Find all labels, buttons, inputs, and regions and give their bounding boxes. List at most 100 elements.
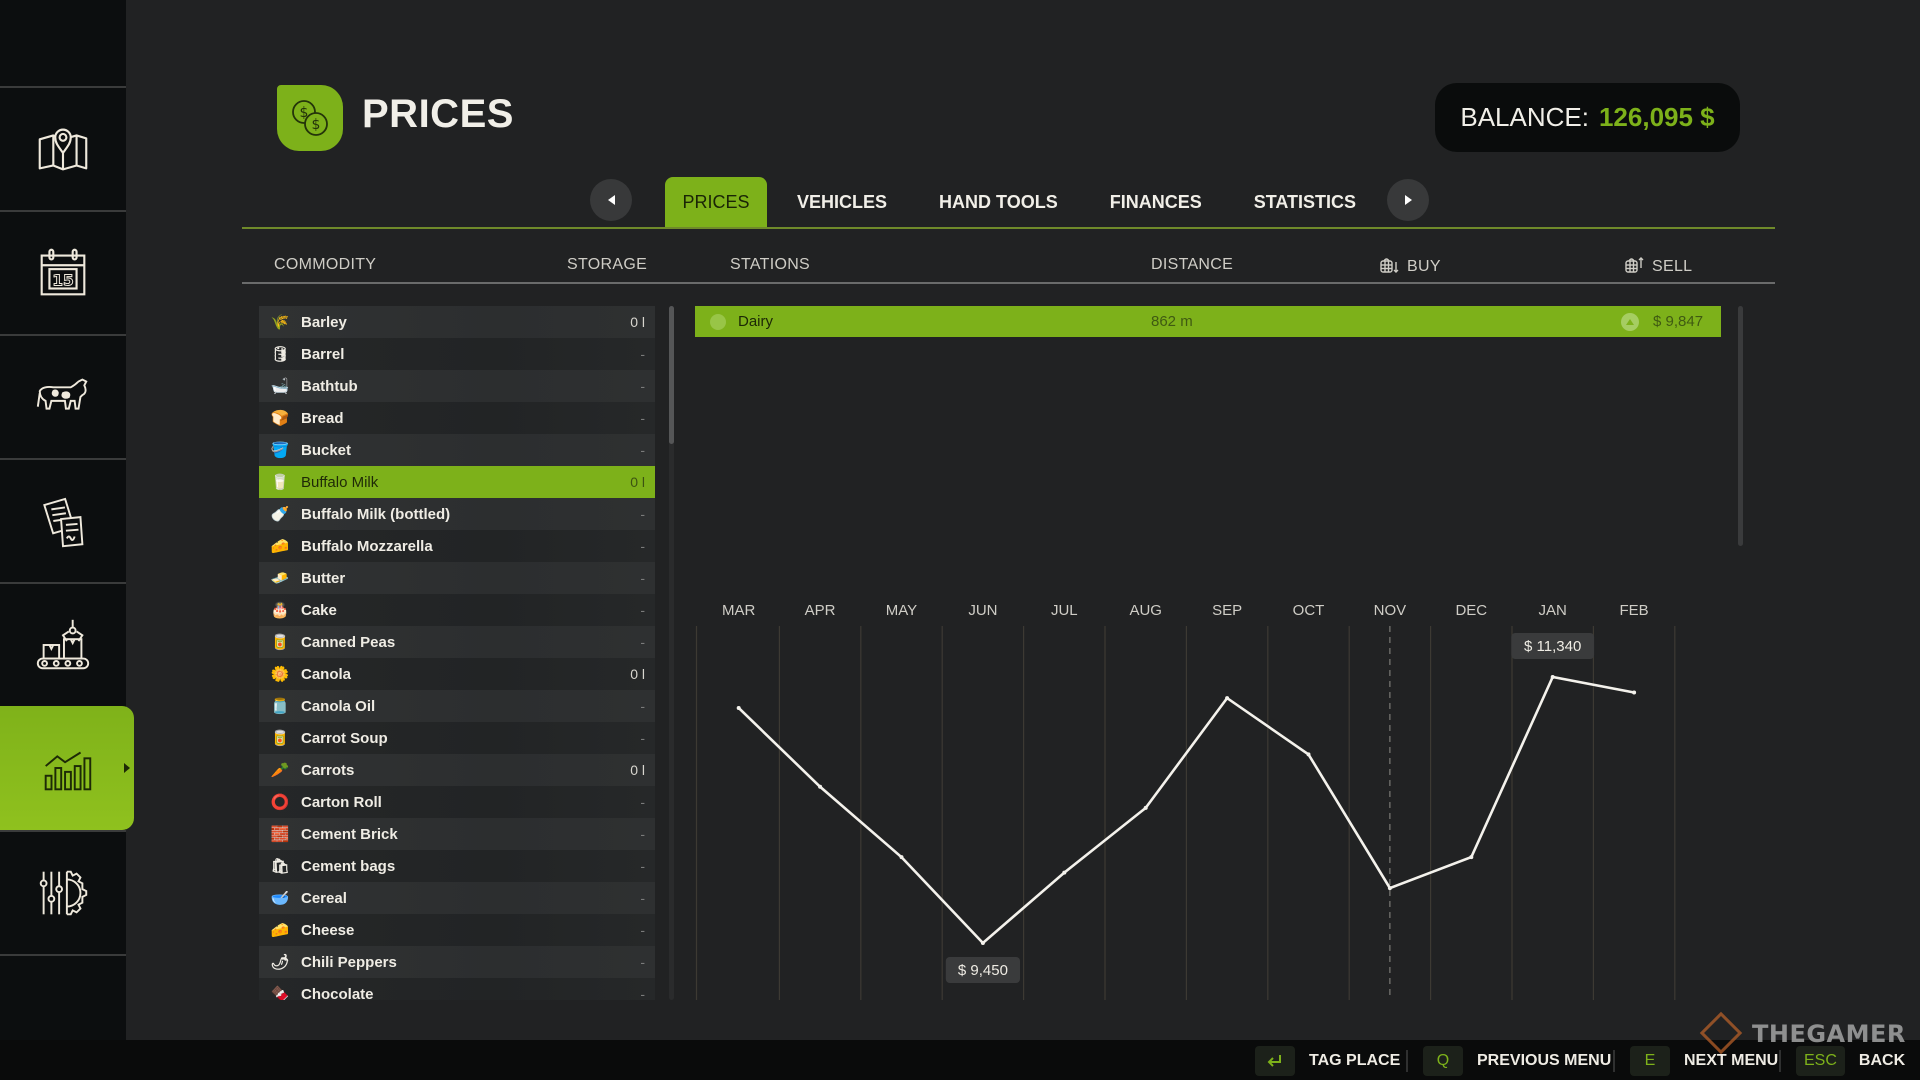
price-point[interactable] xyxy=(980,941,985,945)
e-key: E xyxy=(1630,1046,1670,1076)
balance-value: 126,095 $ xyxy=(1598,102,1715,132)
commodity-storage: - xyxy=(640,346,645,362)
column-header-commodity[interactable]: COMMODITY xyxy=(274,256,376,274)
commodity-row[interactable]: ⭕ Carton Roll - xyxy=(259,786,655,818)
commodity-icon: 🌼 xyxy=(270,666,290,683)
column-header-storage[interactable]: STORAGE xyxy=(567,256,647,274)
sidebar-item-calendar[interactable]: 15 xyxy=(0,210,126,334)
month-label: JUN xyxy=(968,602,997,619)
month-label: JUL xyxy=(1051,602,1078,619)
commodity-storage: - xyxy=(640,506,645,522)
commodity-list-scroll-thumb[interactable] xyxy=(669,306,674,444)
coins-icon: $ $ xyxy=(292,100,328,136)
column-header-distance[interactable]: DISTANCE xyxy=(1151,256,1233,274)
sidebar-item-settings[interactable] xyxy=(0,830,126,954)
station-row[interactable]: Dairy 862 m $ 9,847 xyxy=(695,306,1721,337)
price-point[interactable] xyxy=(818,784,823,789)
commodity-row[interactable]: 🥫 Carrot Soup - xyxy=(259,722,655,754)
commodity-row[interactable]: 🌾 Barley 0 l xyxy=(259,306,655,338)
active-indicator-icon xyxy=(124,763,130,773)
column-header-buy[interactable]: BUY xyxy=(1379,256,1441,276)
tab-divider xyxy=(242,227,1775,229)
tab-hand-tools[interactable]: HAND TOOLS xyxy=(917,177,1080,228)
price-point[interactable] xyxy=(1143,805,1148,810)
price-point[interactable] xyxy=(899,855,904,860)
previous-menu-button[interactable]: Q PREVIOUS MENU xyxy=(1423,1045,1611,1077)
commodity-storage: - xyxy=(640,634,645,650)
next-tab-button[interactable] xyxy=(1387,179,1429,221)
commodity-row[interactable]: 🧱 Cement Brick - xyxy=(259,818,655,850)
commodity-row[interactable]: 🫙 Canola Oil - xyxy=(259,690,655,722)
commodity-row[interactable]: 🌶 Chili Peppers - xyxy=(259,946,655,978)
price-point[interactable] xyxy=(1632,690,1637,695)
commodity-row[interactable]: 🍼 Buffalo Milk (bottled) - xyxy=(259,498,655,530)
tab-prices[interactable]: PRICES xyxy=(665,177,767,228)
commodity-row[interactable]: 🛍 Cement bags - xyxy=(259,850,655,882)
previous-tab-button[interactable] xyxy=(590,179,632,221)
commodity-row[interactable]: 🧀 Cheese - xyxy=(259,914,655,946)
tag-place-button[interactable]: TAG PLACE xyxy=(1255,1045,1400,1077)
price-point[interactable] xyxy=(1550,675,1555,679)
commodity-row[interactable]: 🍫 Chocolate - xyxy=(259,978,655,1000)
commodity-storage: - xyxy=(640,378,645,394)
commodity-storage: - xyxy=(640,858,645,874)
commodity-icon: 🧈 xyxy=(270,570,290,587)
tab-statistics[interactable]: STATISTICS xyxy=(1232,177,1378,228)
commodity-row[interactable]: 🧀 Buffalo Mozzarella - xyxy=(259,530,655,562)
commodity-name: Barley xyxy=(301,313,347,331)
sidebar-item-animals[interactable] xyxy=(0,334,126,458)
sidebar-item-contracts[interactable] xyxy=(0,458,126,582)
commodity-row[interactable]: 🧈 Butter - xyxy=(259,562,655,594)
station-tag-icon[interactable] xyxy=(710,313,726,330)
annotation-label: $ 9,450 xyxy=(958,962,1008,979)
commodity-row[interactable]: 🥕 Carrots 0 l xyxy=(259,754,655,786)
month-label: APR xyxy=(805,602,836,619)
sell-basket-icon xyxy=(1625,257,1644,273)
price-point[interactable] xyxy=(1225,696,1230,701)
column-header-sell[interactable]: SELL xyxy=(1624,256,1692,276)
commodity-storage: - xyxy=(640,442,645,458)
documents-icon xyxy=(43,497,84,548)
commodity-storage: 0 l xyxy=(630,666,645,682)
commodity-name: Carton Roll xyxy=(301,793,382,811)
price-point[interactable] xyxy=(1306,752,1311,757)
tab-finances[interactable]: FINANCES xyxy=(1088,177,1224,228)
commodity-row[interactable]: 🥫 Canned Peas - xyxy=(259,626,655,658)
commodity-row[interactable]: 🍞 Bread - xyxy=(259,402,655,434)
station-sell-price: $ 9,847 xyxy=(1653,313,1704,330)
back-label: BACK xyxy=(1858,1052,1906,1069)
commodity-row[interactable]: 🪣 Bucket - xyxy=(259,434,655,466)
commodity-name: Bread xyxy=(301,409,344,427)
commodity-row[interactable]: 🛁 Bathtub - xyxy=(259,370,655,402)
back-button[interactable]: ESC BACK xyxy=(1796,1045,1905,1077)
commodity-list-scrollbar[interactable] xyxy=(669,306,674,1000)
footer-separator xyxy=(1406,1050,1408,1072)
map-pin-icon xyxy=(38,128,88,171)
column-header-stations[interactable]: STATIONS xyxy=(730,256,810,274)
price-point[interactable] xyxy=(736,705,741,710)
commodity-icon: 🎂 xyxy=(270,602,290,619)
tag-place-label: TAG PLACE xyxy=(1309,1052,1401,1069)
station-name: Dairy xyxy=(738,313,774,330)
commodity-name: Buffalo Milk xyxy=(301,473,379,491)
sidebar-item-prices[interactable] xyxy=(0,706,134,830)
price-point[interactable] xyxy=(1469,855,1474,860)
settings-icon xyxy=(39,870,88,916)
commodity-storage: - xyxy=(640,794,645,810)
next-menu-button[interactable]: E NEXT MENU xyxy=(1630,1045,1778,1077)
commodity-row[interactable]: 🥛 Buffalo Milk 0 l xyxy=(259,466,655,498)
price-point[interactable] xyxy=(1062,870,1067,875)
sidebar-item-map[interactable] xyxy=(0,86,126,210)
price-point[interactable] xyxy=(1387,886,1392,891)
commodity-row[interactable]: 🥣 Cereal - xyxy=(259,882,655,914)
commodity-name: Canola Oil xyxy=(301,697,376,715)
commodity-row[interactable]: 🌼 Canola 0 l xyxy=(259,658,655,690)
station-list-scrollbar[interactable] xyxy=(1738,306,1743,546)
sidebar-item-production[interactable] xyxy=(0,582,126,706)
commodity-name: Carrots xyxy=(301,761,355,779)
commodity-row[interactable]: 🛢 Barrel - xyxy=(259,338,655,370)
tab-vehicles[interactable]: VEHICLES xyxy=(775,177,909,228)
footer-separator xyxy=(1613,1050,1615,1072)
commodity-row[interactable]: 🎂 Cake - xyxy=(259,594,655,626)
month-label: JAN xyxy=(1539,602,1567,619)
